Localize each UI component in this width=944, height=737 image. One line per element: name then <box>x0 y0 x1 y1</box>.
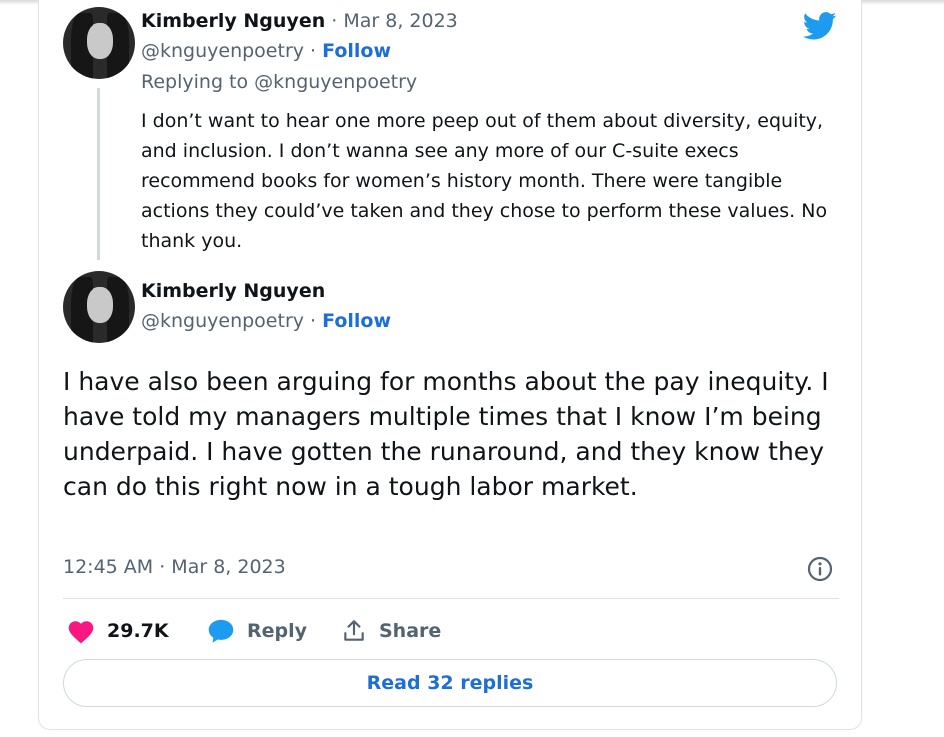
reply-label: Reply <box>247 620 308 642</box>
author-name[interactable]: Kimberly Nguyen <box>141 280 325 302</box>
share-action[interactable]: Share <box>341 614 441 648</box>
read-replies-button[interactable]: Read 32 replies <box>63 659 837 707</box>
follow-button[interactable]: Follow <box>322 310 391 332</box>
like-action[interactable]: 29.7K <box>67 614 169 648</box>
share-icon <box>344 620 364 641</box>
divider <box>63 598 839 599</box>
follow-button[interactable]: Follow <box>322 40 391 62</box>
twitter-bird-icon[interactable] <box>803 12 837 40</box>
separator: · <box>304 310 323 332</box>
author-name[interactable]: Kimberly Nguyen <box>141 10 325 32</box>
author-handle[interactable]: @knguyenpoetry <box>141 310 304 332</box>
avatar[interactable] <box>63 7 135 79</box>
main-tweet-text: I have also been arguing for months abou… <box>63 367 829 501</box>
thread-connector-line <box>97 88 100 260</box>
info-icon[interactable] <box>806 555 834 583</box>
avatar-face <box>87 287 113 323</box>
tweet-timestamp[interactable]: 12:45 AM · Mar 8, 2023 <box>63 556 286 578</box>
author-handle[interactable]: @knguyenpoetry <box>141 40 304 62</box>
reply-handle-row: @knguyenpoetry · Follow <box>141 40 391 62</box>
separator: · <box>304 40 323 62</box>
avatar-face <box>87 23 113 59</box>
reply-action[interactable]: Reply <box>207 614 307 648</box>
share-label: Share <box>379 620 442 642</box>
reply-tweet-text: I don’t want to hear one more peep out o… <box>141 110 828 252</box>
like-count: 29.7K <box>107 620 169 642</box>
reply-author-row: Kimberly Nguyen · Mar 8, 2023 <box>141 10 458 32</box>
tweet-date[interactable]: · Mar 8, 2023 <box>331 10 458 32</box>
main-handle-row: @knguyenpoetry · Follow <box>141 310 391 332</box>
heart-icon <box>68 621 94 644</box>
avatar[interactable] <box>63 271 135 343</box>
reply-bubble-icon <box>208 619 234 643</box>
replying-to[interactable]: Replying to @knguyenpoetry <box>141 71 417 93</box>
